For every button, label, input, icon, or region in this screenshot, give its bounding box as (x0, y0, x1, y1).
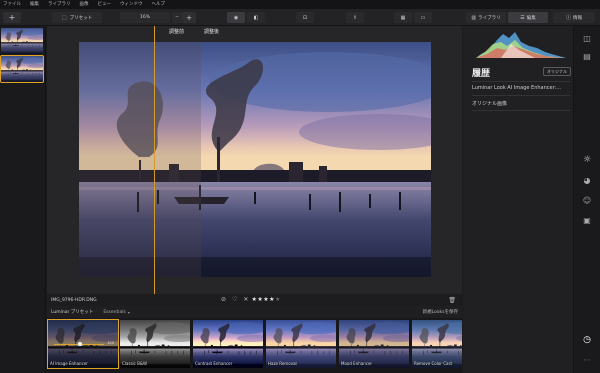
image-canvas[interactable] (47, 26, 462, 294)
menu-window[interactable]: ウィンドウ (120, 0, 143, 9)
preset-label: プリセット (69, 15, 93, 21)
toolbar: + ⬚ プリセット 16% − + ◉ ◧ ⊡ ⇪ ▦ ▭ ▥ ライブラリ ☰ … (0, 9, 600, 26)
look-label: Remove Color Cast (414, 361, 453, 366)
info-icon: ⓘ (565, 15, 571, 21)
look-classic-bw[interactable]: Classic B&W (120, 320, 190, 368)
filmstrip-thumb[interactable] (1, 28, 43, 54)
looks-strip: 100 AI Image Enhancer Classic B&W Contra… (47, 318, 462, 373)
preset-icon: ⬚ (61, 14, 67, 21)
save-look-button[interactable]: 新規Looksを保存 (423, 309, 458, 315)
looks-label: Luminar プリセット (51, 310, 94, 315)
single-view-button[interactable]: ▭ (414, 12, 432, 23)
favorite-heart-icon[interactable]: ♡ (232, 296, 237, 303)
menu-edit[interactable]: 編集 (30, 0, 39, 9)
zoom-out-label: − (175, 15, 179, 20)
crop-button[interactable]: ⊡ (296, 12, 314, 23)
sliders-icon: ☰ (520, 14, 525, 21)
look-mood-enhancer[interactable]: Mood Enhancer (339, 320, 409, 368)
tab-edit[interactable]: ☰ 編集 (508, 12, 548, 23)
original-button[interactable]: オリジナル (543, 67, 571, 76)
menu-library[interactable]: ライブラリ (48, 0, 71, 9)
menu-help[interactable]: ヘルプ (152, 0, 166, 9)
look-label: Classic B&W (122, 361, 147, 366)
looks-category-select[interactable]: Essentials (103, 310, 126, 315)
history-item[interactable]: オリジナル画像 (472, 100, 507, 107)
palette-icon[interactable]: ◕ (581, 174, 593, 186)
history-panel: 履歴 オリジナル Luminar Look AI Image Enhancer:… (463, 26, 573, 373)
after-label: 調整後 (204, 29, 220, 35)
sun-icon[interactable]: ☼ (581, 154, 593, 166)
single-view-icon: ▭ (420, 14, 426, 21)
split-view-button[interactable]: ◧ (247, 12, 265, 23)
tab-info-label: 情報 (573, 15, 582, 21)
pro-tools-icon[interactable]: ▣ (581, 214, 593, 226)
tab-info[interactable]: ⓘ 情報 (553, 12, 595, 23)
tool-icon-bar: ◫ ▤ ☼ ◕ ☺ ▣ ◷ ⋯ (573, 26, 600, 373)
look-haze-removal[interactable]: Haze Removal (266, 320, 336, 368)
image-info-bar: IMG_9796-HDR.DNG ⊘ ♡ ✕ ★★★★★ 🗑 (47, 294, 462, 306)
before-label: 調整前 (169, 29, 185, 35)
divider (472, 81, 570, 82)
export-button[interactable]: ⇪ (346, 12, 364, 23)
filmstrip-thumb-selected[interactable] (0, 55, 44, 83)
zoom-select[interactable]: 16% (120, 12, 170, 23)
zoom-in-label: + (186, 13, 192, 22)
photo-preview[interactable] (79, 42, 431, 277)
add-button[interactable]: + (3, 12, 21, 23)
star-rating[interactable]: ★★★★★ (251, 296, 280, 303)
chevron-down-icon[interactable]: ▾ (128, 310, 130, 315)
face-icon[interactable]: ☺ (581, 194, 593, 206)
look-label: AI Image Enhancer (50, 361, 88, 366)
divider (472, 95, 570, 96)
filename: IMG_9796-HDR.DNG (51, 297, 97, 303)
tab-edit-label: 編集 (526, 15, 536, 21)
eye-icon: ◉ (233, 14, 239, 21)
zoom-out-button[interactable]: − (172, 12, 182, 23)
preset-button[interactable]: ⬚ プリセット (52, 12, 102, 23)
menu-file[interactable]: ファイル (3, 0, 21, 9)
more-icon[interactable]: ⋯ (581, 354, 593, 366)
canvas-icon[interactable]: ▤ (581, 50, 593, 62)
clear-x-icon[interactable]: ✕ (243, 296, 248, 303)
compare-eye-button[interactable]: ◉ (227, 12, 245, 23)
zoom-value: 16% (139, 15, 150, 20)
library-icon: ▥ (471, 14, 477, 21)
split-icon: ◧ (253, 14, 259, 21)
look-label: Contrast Enhancer (195, 361, 233, 366)
original-button-label: オリジナル (547, 68, 567, 74)
menu-bar: ファイル 編集 ライブラリ 画像 ビュー ウィンドウ ヘルプ (0, 0, 600, 9)
look-label: Mood Enhancer (341, 361, 373, 366)
grid-icon: ▦ (400, 14, 406, 21)
look-amount-handle[interactable] (78, 342, 82, 346)
tab-library-label: ライブラリ (478, 15, 501, 21)
history-clock-icon[interactable]: ◷ (581, 334, 593, 346)
menu-view[interactable]: ビュー (98, 0, 112, 9)
divider (472, 110, 570, 111)
look-label: Haze Removal (268, 361, 297, 366)
layers-icon[interactable]: ◫ (581, 32, 593, 44)
history-item[interactable]: Luminar Look AI Image Enhancer:... (472, 85, 561, 91)
crop-icon: ⊡ (302, 14, 308, 21)
tab-library[interactable]: ▥ ライブラリ (466, 12, 506, 23)
look-ai-image-enhancer[interactable]: 100 AI Image Enhancer (47, 319, 119, 369)
grid-view-button[interactable]: ▦ (394, 12, 412, 23)
histogram (476, 32, 566, 58)
menu-image[interactable]: 画像 (80, 0, 89, 9)
looks-bar: Luminar プリセット Essentials ▾ 新規Looksを保存 (47, 306, 462, 318)
look-contrast-enhancer[interactable]: Contrast Enhancer (193, 320, 263, 368)
add-label: + (8, 13, 16, 22)
zoom-in-button[interactable]: + (182, 12, 196, 23)
filmstrip (0, 26, 46, 373)
trash-icon[interactable]: 🗑 (448, 297, 456, 304)
compare-split-line[interactable] (154, 26, 155, 294)
look-remove-color-cast[interactable]: Remove Color Cast (412, 320, 462, 368)
export-icon: ⇪ (352, 14, 358, 21)
panel-title: 履歴 (472, 69, 491, 79)
look-amount-value: 100 (107, 341, 114, 345)
reject-flag-icon[interactable]: ⊘ (221, 296, 226, 303)
